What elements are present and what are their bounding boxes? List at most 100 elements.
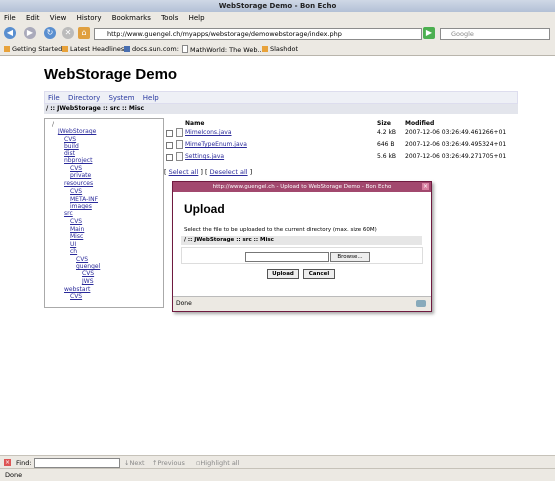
back-icon[interactable]: ◀ xyxy=(4,27,16,39)
dialog-statusbar: Done xyxy=(173,296,431,311)
page-icon xyxy=(182,45,188,53)
bookmark-mathworld[interactable]: MathWorld: The Web... xyxy=(182,45,264,54)
bookmark-icon xyxy=(124,46,130,52)
browser-statusbar: Done xyxy=(0,468,555,481)
cancel-button[interactable]: Cancel xyxy=(303,269,335,279)
menu-view[interactable]: View xyxy=(50,14,67,22)
tree-item[interactable]: Misc xyxy=(70,233,83,240)
find-label: Find: xyxy=(16,459,32,467)
app-menu-file[interactable]: File xyxy=(48,94,60,102)
file-checkbox[interactable] xyxy=(166,142,173,149)
rss-icon xyxy=(62,46,68,52)
upload-form: Browse... xyxy=(181,247,423,264)
file-link[interactable]: MimeIcons.java xyxy=(185,129,232,136)
rss-icon xyxy=(262,46,268,52)
tree-item[interactable]: ch xyxy=(70,248,77,255)
tree-item[interactable]: META-INF xyxy=(70,196,98,203)
column-header-size[interactable]: Size xyxy=(377,120,391,127)
tree-item[interactable]: JWS xyxy=(82,278,94,285)
tree-item[interactable]: CVS xyxy=(82,270,94,277)
app-menu-directory[interactable]: Directory xyxy=(68,94,100,102)
tree-item[interactable]: guengel xyxy=(76,263,100,270)
tree-item[interactable]: resources xyxy=(64,180,93,187)
page-title: WebStorage Demo xyxy=(44,66,178,83)
home-icon[interactable]: ⌂ xyxy=(78,27,90,39)
file-modified: 2007-12-06 03:26:49.271705+01 xyxy=(405,153,507,160)
file-size: 646 B xyxy=(377,141,395,148)
dialog-breadcrumb: / :: JWebStorage :: src :: Misc xyxy=(181,236,422,245)
tree-item[interactable]: UI xyxy=(70,241,76,248)
connection-icon xyxy=(416,300,426,307)
tree-root[interactable]: / xyxy=(52,121,54,128)
bookmark-slashdot[interactable]: Slashdot xyxy=(262,45,298,53)
tree-item[interactable]: CVS xyxy=(76,256,88,263)
dialog-heading: Upload xyxy=(184,202,225,216)
app-menubar: File Directory System Help xyxy=(44,91,518,104)
tree-item[interactable]: build xyxy=(64,143,79,150)
menu-help[interactable]: Help xyxy=(189,14,205,22)
search-input[interactable]: Google xyxy=(440,28,550,40)
file-modified: 2007-12-06 03:26:49.495324+01 xyxy=(405,141,507,148)
tree-item[interactable]: CVS xyxy=(70,165,82,172)
tree-item[interactable]: CVS xyxy=(70,188,82,195)
file-icon xyxy=(176,140,183,149)
file-size: 4.2 kB xyxy=(377,129,397,136)
tree-item[interactable]: images xyxy=(70,203,92,210)
upload-button[interactable]: Upload xyxy=(267,269,299,279)
file-size: 5.6 kB xyxy=(377,153,397,160)
dialog-titlebar: http://www.guengel.ch - Upload to WebSto… xyxy=(173,182,431,192)
close-icon[interactable]: × xyxy=(422,183,429,190)
directory-tree xyxy=(44,118,164,308)
find-next-button[interactable]: ↓Next xyxy=(124,459,145,467)
breadcrumb: / :: JWebStorage :: src :: Misc xyxy=(44,104,518,114)
menu-bookmarks[interactable]: Bookmarks xyxy=(112,14,151,22)
file-icon xyxy=(176,128,183,137)
menu-tools[interactable]: Tools xyxy=(161,14,178,22)
tree-item[interactable]: JWebStorage xyxy=(58,128,96,135)
browse-button[interactable]: Browse... xyxy=(330,252,370,262)
menu-history[interactable]: History xyxy=(77,14,102,22)
url-text: http://www.guengel.ch/myapps/webstorage/… xyxy=(107,30,342,38)
bookmark-icon xyxy=(4,46,10,52)
reload-icon[interactable]: ↻ xyxy=(44,27,56,39)
tree-item[interactable]: dist xyxy=(64,150,75,157)
bookmark-latest-headlines[interactable]: Latest Headlines xyxy=(62,45,124,53)
close-findbar-icon[interactable]: × xyxy=(4,459,11,466)
bookmark-getting-started[interactable]: Getting Started xyxy=(4,45,62,53)
tree-item[interactable]: nbproject xyxy=(64,157,92,164)
url-bar[interactable]: http://www.guengel.ch/myapps/webstorage/… xyxy=(94,28,422,40)
navigation-toolbar: ◀ ▶ ↻ ✕ ⌂ http://www.guengel.ch/myapps/w… xyxy=(0,24,555,43)
file-modified: 2007-12-06 03:26:49.461266+01 xyxy=(405,129,507,136)
tree-item[interactable]: CVS xyxy=(70,218,82,225)
column-header-modified[interactable]: Modified xyxy=(405,120,434,127)
tree-item[interactable]: private xyxy=(70,172,91,179)
app-menu-help[interactable]: Help xyxy=(143,94,159,102)
file-link[interactable]: Settings.java xyxy=(185,153,224,160)
tree-item[interactable]: CVS xyxy=(70,293,82,300)
status-text: Done xyxy=(5,471,23,479)
highlight-all-button[interactable]: ▫Highlight all xyxy=(196,459,239,467)
menu-edit[interactable]: Edit xyxy=(26,14,40,22)
select-all-link[interactable]: Select all xyxy=(169,168,199,176)
go-icon[interactable]: ▶ xyxy=(423,27,435,39)
forward-icon[interactable]: ▶ xyxy=(24,27,36,39)
stop-icon[interactable]: ✕ xyxy=(62,27,74,39)
tree-item[interactable]: Main xyxy=(70,226,84,233)
file-checkbox[interactable] xyxy=(166,154,173,161)
dialog-title: http://www.guengel.ch - Upload to WebSto… xyxy=(212,184,392,190)
find-previous-button[interactable]: ↑Previous xyxy=(152,459,185,467)
find-input[interactable] xyxy=(34,458,120,468)
file-checkbox[interactable] xyxy=(166,130,173,137)
deselect-all-link[interactable]: Deselect all xyxy=(210,168,248,176)
search-placeholder: Google xyxy=(451,30,474,38)
tree-item[interactable]: CVS xyxy=(64,136,76,143)
menu-file[interactable]: File xyxy=(4,14,16,22)
tree-item[interactable]: webstart xyxy=(64,286,90,293)
app-menu-system[interactable]: System xyxy=(108,94,134,102)
bookmark-docs-sun[interactable]: docs.sun.com: xyxy=(124,45,179,53)
dialog-body: Upload Select the file to be uploaded to… xyxy=(177,194,427,295)
column-header-name[interactable]: Name xyxy=(185,120,204,127)
tree-item[interactable]: src xyxy=(64,210,73,217)
file-path-input[interactable] xyxy=(245,252,329,262)
file-link[interactable]: MimeTypeEnum.java xyxy=(185,141,247,148)
